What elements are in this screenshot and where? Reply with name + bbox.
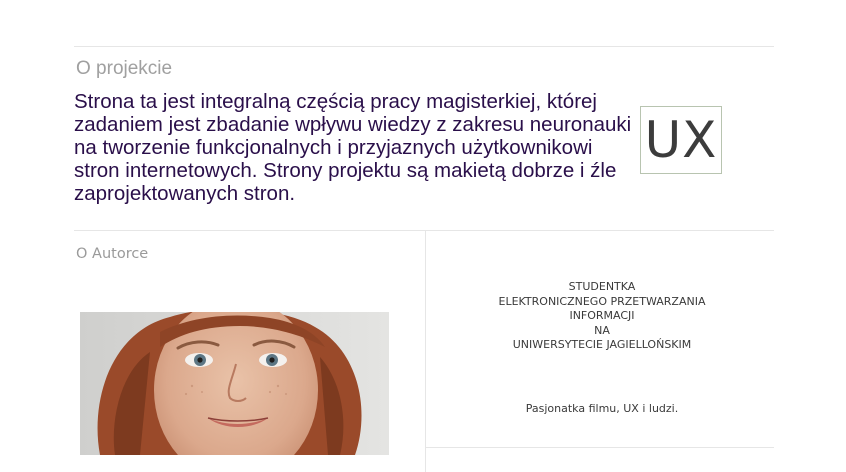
project-description: Strona ta jest integralną częścią pracy … [74, 90, 632, 205]
author-bio: STUDENTKA ELEKTRONICZNEGO PRZETWARZANIA … [452, 280, 752, 353]
bio-line: NA [594, 323, 610, 337]
author-photo [80, 312, 389, 455]
bio-line: ELEKTRONICZNEGO PRZETWARZANIA [498, 294, 706, 308]
right-column-bottom-divider [426, 447, 774, 448]
about-project-heading: O projekcie [76, 58, 173, 79]
about-author-heading: O Autorce [76, 246, 149, 262]
author-portrait-illustration [80, 312, 389, 455]
ux-logo: UX [640, 106, 722, 174]
author-tagline: Pasjonatka filmu, UX i ludzi. [525, 402, 679, 415]
section-divider [74, 230, 774, 231]
bio-line: STUDENTKA [568, 280, 636, 293]
bio-line: INFORMACJI [569, 309, 635, 322]
column-divider [425, 231, 426, 472]
top-divider [74, 46, 774, 47]
bio-line: UNIWERSYTECIE JAGIELLOŃSKIM [512, 338, 692, 351]
